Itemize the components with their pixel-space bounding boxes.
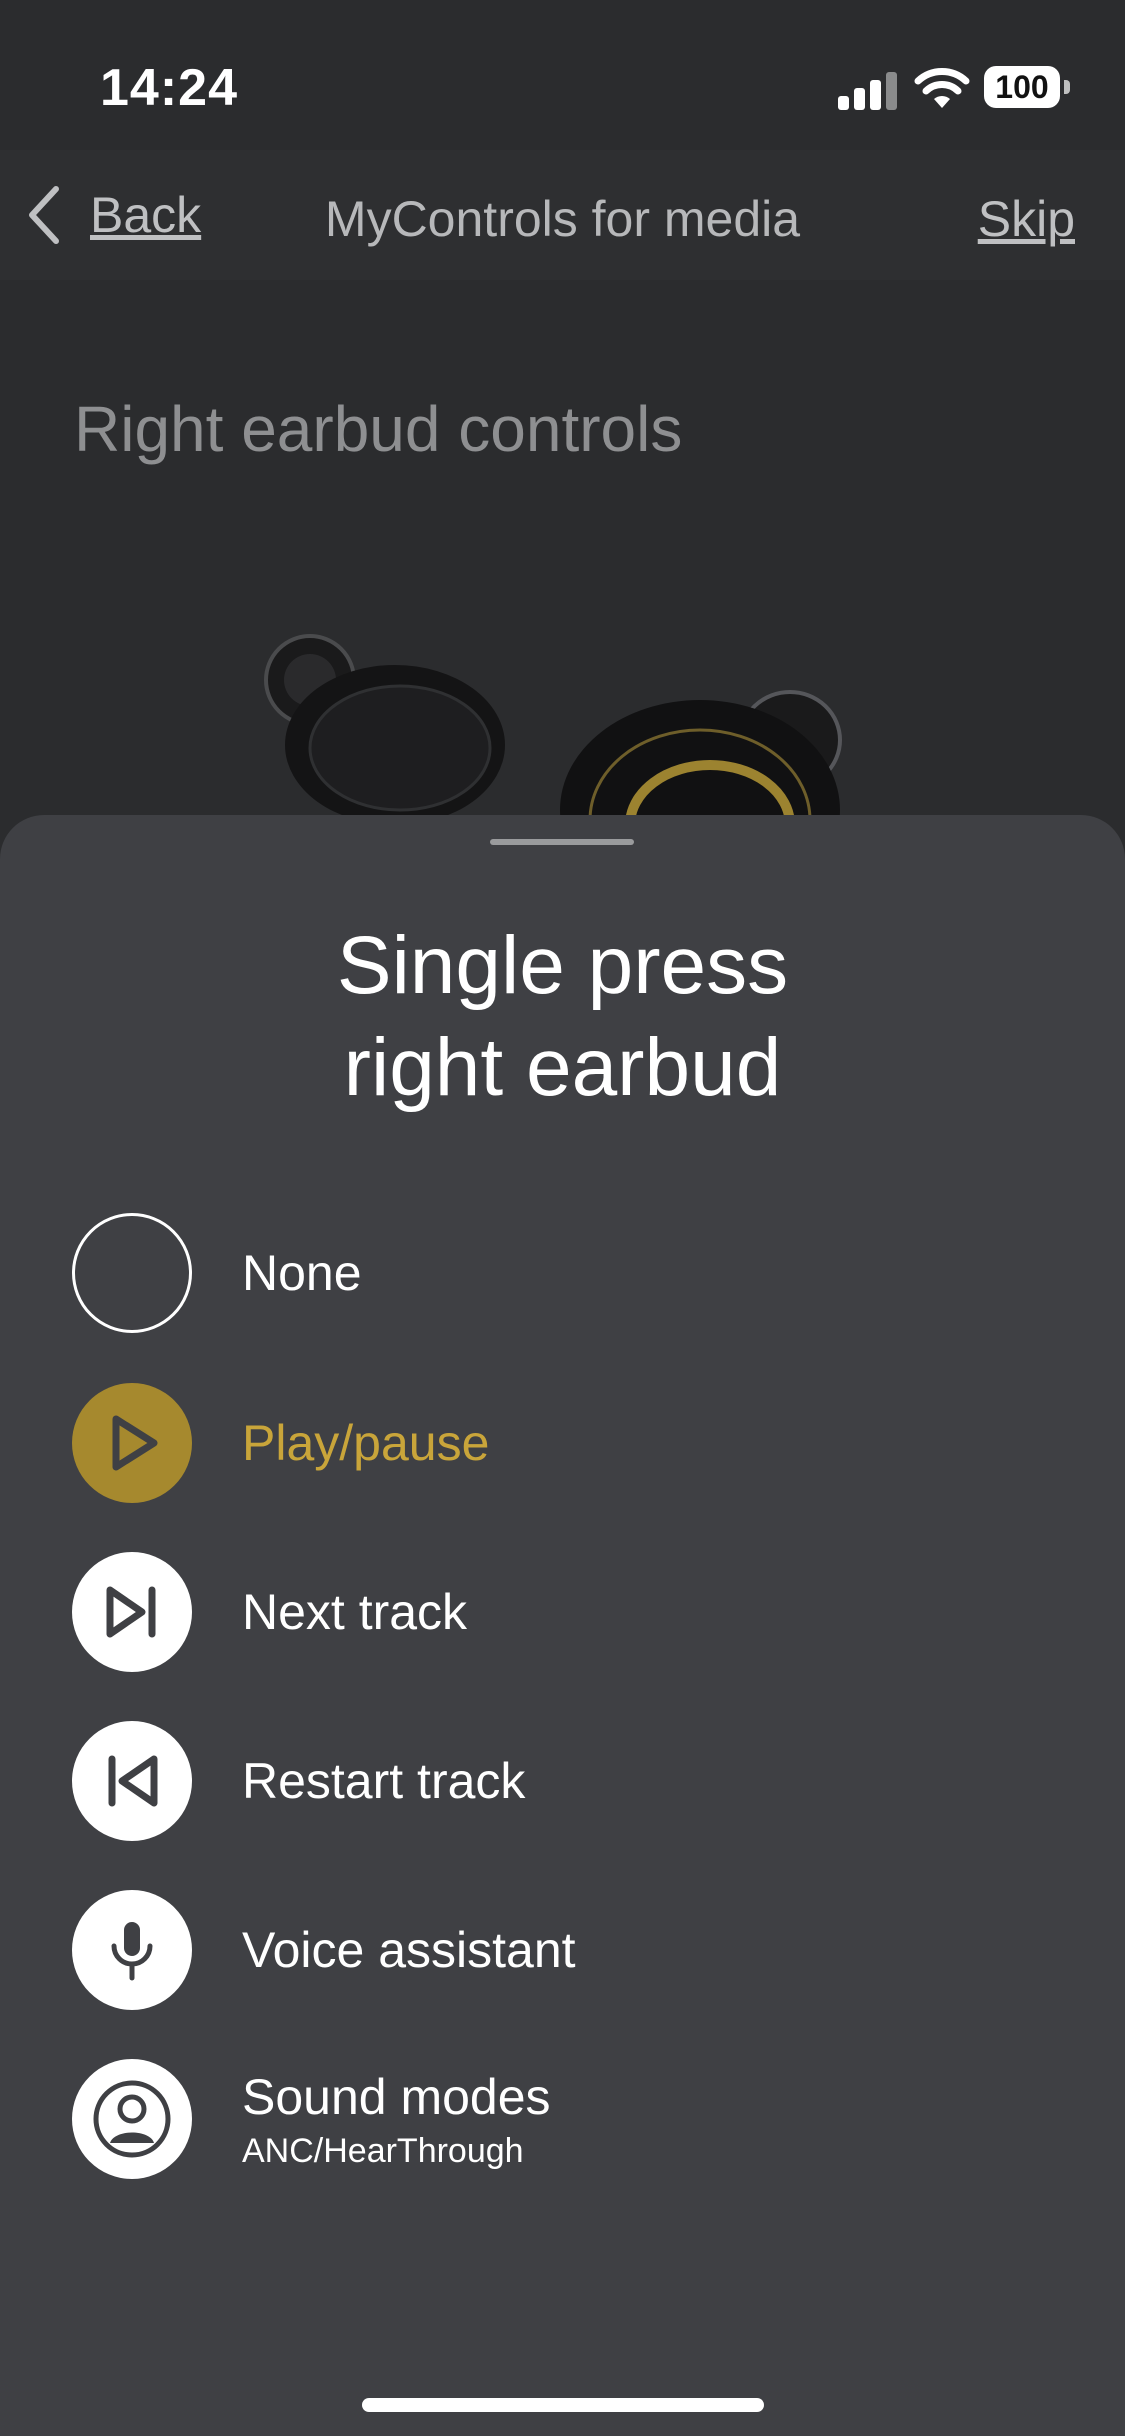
sheet-grabber[interactable] <box>490 839 634 845</box>
option-label: Voice assistant <box>242 1922 576 1978</box>
navigation-bar: Back MyControls for media Skip <box>0 150 1125 280</box>
sheet-title-line1: Single press <box>336 920 789 1011</box>
status-time: 14:24 <box>100 59 238 117</box>
microphone-icon <box>72 1890 192 2010</box>
status-bar: 14:24 100 <box>0 0 1125 150</box>
option-label: Play/pause <box>242 1415 490 1471</box>
option-restart-track[interactable]: Restart track <box>72 1721 1072 1841</box>
restart-track-icon <box>72 1721 192 1841</box>
option-label: Restart track <box>242 1753 526 1809</box>
option-sound-modes[interactable]: Sound modes ANC/HearThrough <box>72 2059 1072 2179</box>
wifi-icon <box>914 68 970 108</box>
sheet-title-line2: right earbud <box>343 1022 782 1113</box>
earbuds-image <box>264 634 842 820</box>
battery-level: 100 <box>984 66 1060 108</box>
option-next-track[interactable]: Next track <box>72 1552 1072 1672</box>
home-indicator[interactable] <box>362 2398 764 2412</box>
option-label: None <box>242 1245 362 1301</box>
option-label: Sound modes <box>242 2068 551 2125</box>
sheet-title: Single press right earbud <box>0 915 1125 1119</box>
option-label: Next track <box>242 1584 468 1640</box>
next-track-icon <box>72 1552 192 1672</box>
play-icon <box>72 1383 192 1503</box>
battery-icon: 100 <box>984 66 1070 110</box>
option-sublabel: ANC/HearThrough <box>242 2131 524 2170</box>
option-none[interactable]: None <box>72 1213 1072 1333</box>
page-title: MyControls for media <box>324 191 801 247</box>
section-title: Right earbud controls <box>74 393 683 465</box>
skip-button[interactable]: Skip <box>978 190 1075 248</box>
cellular-signal-icon <box>838 70 898 110</box>
option-play-pause[interactable]: Play/pause <box>72 1383 1072 1503</box>
empty-circle-icon <box>72 1213 192 1333</box>
person-icon <box>72 2059 192 2179</box>
option-voice-assistant[interactable]: Voice assistant <box>72 1890 1072 2010</box>
